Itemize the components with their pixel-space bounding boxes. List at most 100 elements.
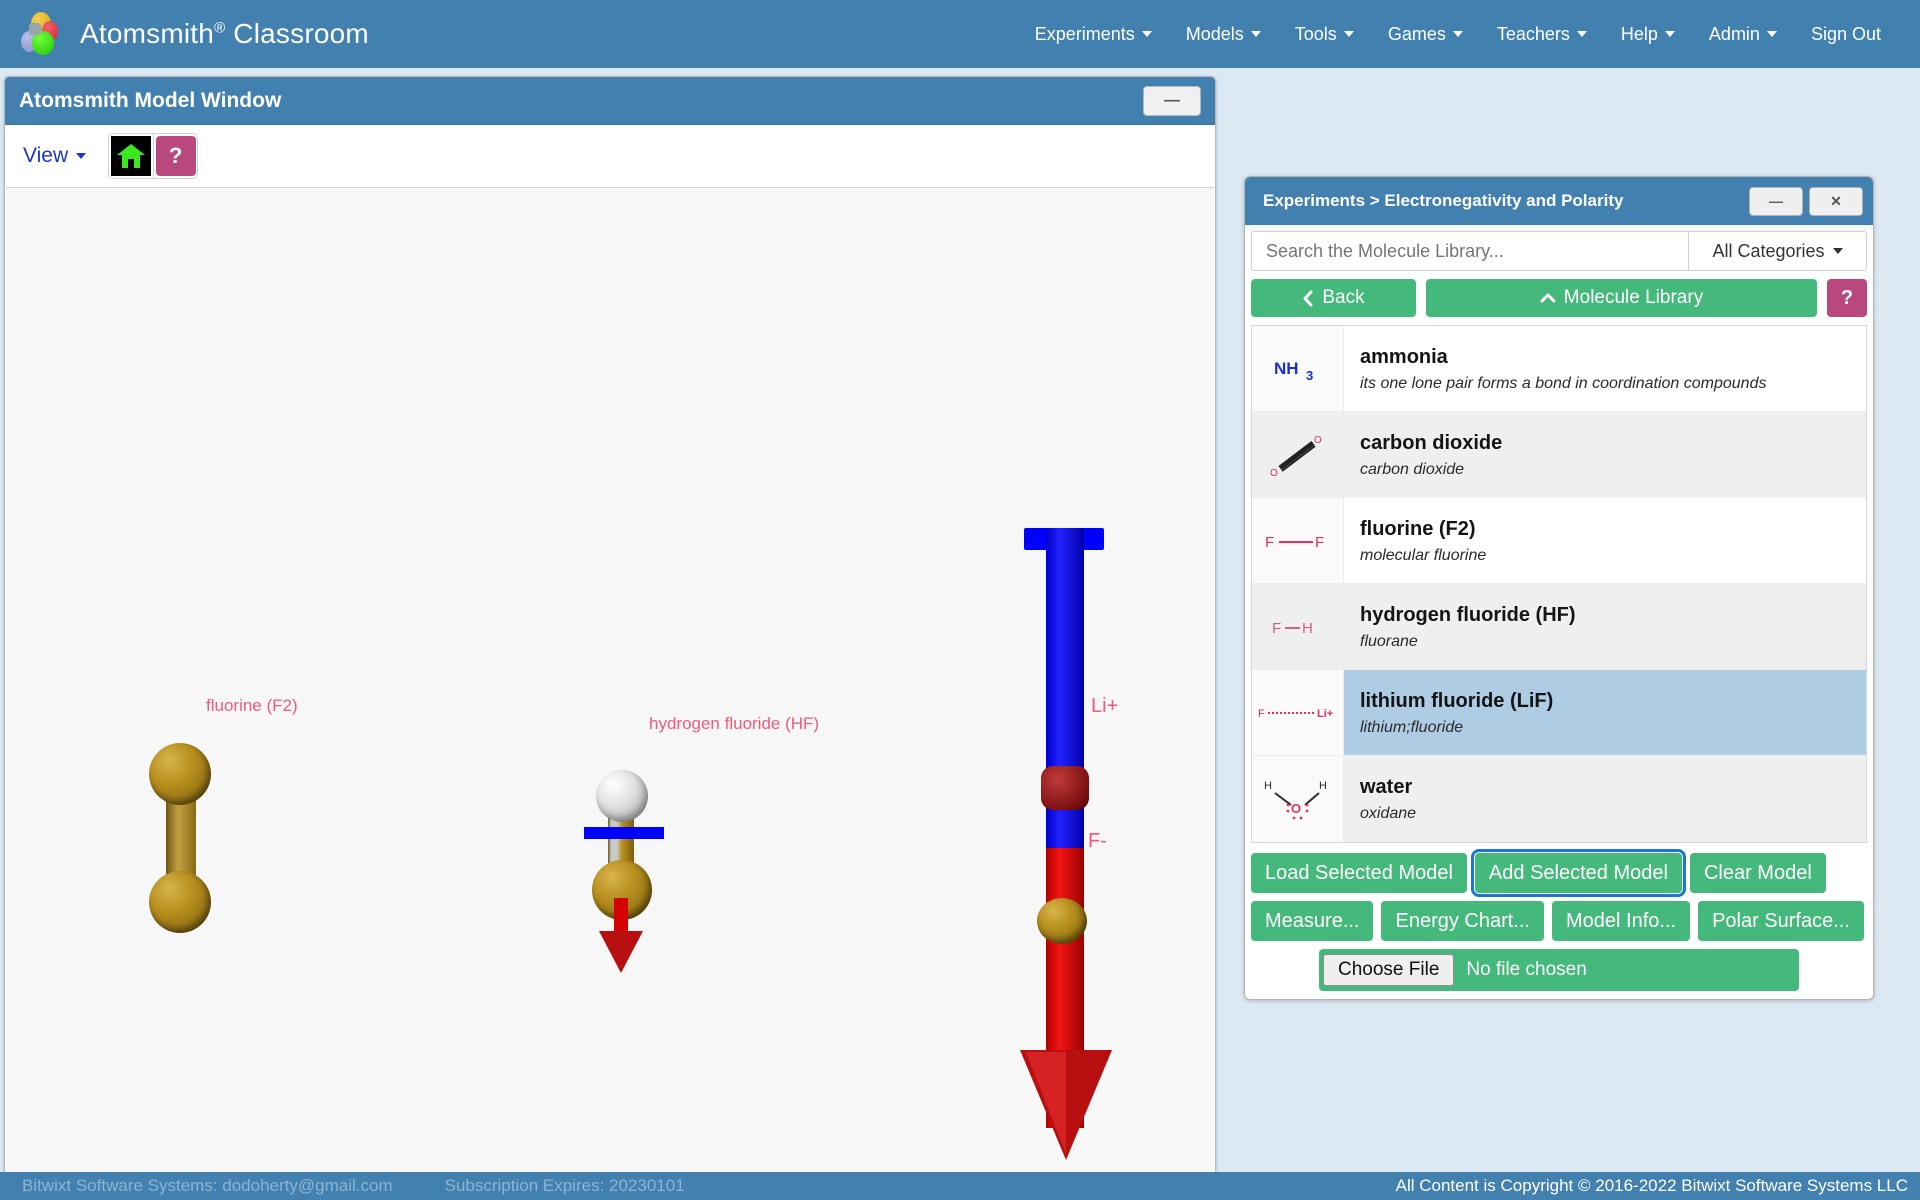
file-status-label: No file chosen [1466, 959, 1587, 980]
library-minimize-button[interactable]: — [1749, 186, 1803, 216]
action-row-secondary: Measure... Energy Chart... Model Info...… [1251, 901, 1867, 941]
top-navbar: Atomsmith® Classroom Experiments Models … [0, 0, 1920, 68]
molecule-info: ammonia its one lone pair forms a bond i… [1344, 326, 1866, 411]
choose-file-button[interactable]: Choose File [1323, 954, 1455, 986]
molecule-name: water [1360, 776, 1413, 798]
library-help-button[interactable]: ? [1827, 279, 1867, 317]
svg-text:O: O [1291, 801, 1301, 816]
atom-fluorine-1 [149, 743, 211, 805]
scene-label-fluorine: fluorine (F2) [206, 696, 298, 715]
chevron-up-icon [1540, 293, 1556, 303]
list-item[interactable]: F F fluorine (F2) molecular fluorine [1252, 498, 1866, 584]
molecule-name: hydrogen fluoride (HF) [1360, 603, 1576, 626]
molecule-info: carbon dioxide carbon dioxide [1344, 412, 1866, 497]
molecule-description: oxidane [1360, 805, 1417, 822]
action-row-primary: Load Selected Model Add Selected Model C… [1251, 849, 1867, 897]
hf-structure-icon: F H [1272, 620, 1313, 637]
brand-registered-mark: ® [214, 19, 226, 37]
clear-model-button[interactable]: Clear Model [1689, 853, 1826, 893]
help-label: ? [1840, 286, 1854, 309]
svg-text:F: F [1258, 708, 1265, 720]
home-glyph [117, 144, 146, 168]
svg-text:NH: NH [1274, 359, 1299, 378]
nav-item-sign-out[interactable]: Sign Out [1794, 16, 1898, 53]
nav-item-teachers[interactable]: Teachers [1480, 16, 1604, 53]
molecule-name: ammonia [1360, 345, 1448, 368]
svg-text:O: O [1270, 468, 1278, 479]
category-filter-label: All Categories [1712, 240, 1825, 261]
dipole-arrowhead-lif [1020, 1050, 1112, 1160]
svg-text:Li+: Li+ [1317, 708, 1333, 720]
nav-item-help[interactable]: Help [1604, 16, 1692, 53]
file-input-widget[interactable]: Choose File No file chosen [1319, 949, 1799, 991]
toolbar-button-group: ? [108, 133, 199, 179]
library-close-button[interactable]: ✕ [1809, 186, 1863, 216]
atom-fluorine-2 [149, 871, 211, 933]
back-button[interactable]: Back [1251, 279, 1416, 317]
back-label: Back [1322, 287, 1365, 308]
search-row: All Categories [1251, 231, 1867, 271]
brand-name: Atomsmith [80, 18, 215, 49]
nav-item-experiments[interactable]: Experiments [1018, 16, 1169, 53]
category-filter-dropdown[interactable]: All Categories [1688, 232, 1866, 270]
nav-label: Sign Out [1810, 23, 1881, 44]
model-window-toolbar: View ? [5, 125, 1215, 187]
nav-item-tools[interactable]: Tools [1278, 16, 1371, 53]
chevron-down-icon [1766, 31, 1777, 37]
question-mark-icon: ? [155, 136, 196, 176]
lif-structure-icon: F Li+ [1258, 708, 1333, 720]
brand[interactable]: Atomsmith® Classroom [0, 11, 369, 57]
model-info-button[interactable]: Model Info... [1552, 901, 1691, 941]
molecule-info: hydrogen fluoride (HF) fluorane [1344, 584, 1866, 669]
h2o-structure-icon: H H O [1264, 780, 1327, 820]
molecule-description: its one lone pair forms a bond in coordi… [1360, 374, 1767, 392]
chevron-down-icon [1343, 31, 1354, 37]
energy-chart-button[interactable]: Energy Chart... [1381, 901, 1544, 941]
list-item[interactable]: H H O water oxidane [1252, 756, 1866, 842]
dipole-bar-hf-positive [584, 827, 664, 839]
svg-text:O: O [1314, 435, 1322, 446]
chevron-down-icon [1664, 31, 1675, 37]
list-item-selected[interactable]: F Li+ lithium fluoride (LiF) lithium;flu… [1252, 670, 1866, 756]
molecule-info: water oxidane [1344, 756, 1866, 842]
atom-fluoride [1037, 898, 1087, 944]
svg-text:F: F [1315, 534, 1324, 551]
add-selected-model-button[interactable]: Add Selected Model [1470, 849, 1686, 897]
model-window-titlebar: Atomsmith Model Window — [5, 77, 1215, 125]
view-menu-button[interactable]: View [23, 144, 87, 168]
molecule-info: fluorine (F2) molecular fluorine [1344, 498, 1866, 583]
nav-label: Models [1185, 23, 1244, 44]
view-menu-label: View [23, 144, 69, 167]
measure-button[interactable]: Measure... [1251, 901, 1374, 941]
molecule-description: lithium;fluoride [1360, 718, 1464, 736]
atom-lithium [1041, 766, 1089, 810]
molecule-name: fluorine (F2) [1360, 517, 1476, 540]
model-help-button[interactable]: ? [153, 134, 198, 178]
list-item[interactable]: F H hydrogen fluoride (HF) fluorane [1252, 584, 1866, 670]
molecule-library-toggle-button[interactable]: Molecule Library [1426, 279, 1817, 317]
brand-title: Atomsmith® Classroom [80, 18, 369, 50]
list-item[interactable]: NH 3 ammonia its one lone pair forms a b… [1252, 326, 1866, 412]
library-panel-body: All Categories Back Molecule Library ? [1245, 231, 1873, 999]
polar-surface-button[interactable]: Polar Surface... [1698, 901, 1864, 941]
search-input[interactable] [1252, 232, 1688, 270]
chevron-down-icon [1250, 31, 1261, 37]
footer-right: All Content is Copyright © 2016-2022 Bit… [1220, 1172, 1920, 1200]
molecule-list[interactable]: NH 3 ammonia its one lone pair forms a b… [1251, 325, 1867, 843]
nav-item-games[interactable]: Games [1371, 16, 1480, 53]
molecule-3d-canvas[interactable]: fluorine (F2) hydrogen fluoride (HF) Li+… [6, 187, 1214, 1175]
list-item[interactable]: O O carbon dioxide carbon dioxide [1252, 412, 1866, 498]
home-view-button[interactable] [109, 134, 154, 178]
molecule-thumbnail-fluorine: F F [1252, 498, 1344, 583]
atoms-logo-icon [20, 11, 66, 57]
nav-label: Admin [1708, 23, 1760, 44]
svg-text:3: 3 [1306, 368, 1313, 383]
model-window-minimize-button[interactable]: — [1143, 85, 1201, 116]
load-selected-model-button[interactable]: Load Selected Model [1251, 853, 1467, 893]
chevron-down-icon [1452, 31, 1463, 37]
nav-item-admin[interactable]: Admin [1692, 16, 1794, 53]
scene-label-li-plus: Li+ [1091, 695, 1119, 717]
molecule-description: molecular fluorine [1360, 546, 1487, 564]
nav-item-models[interactable]: Models [1169, 16, 1278, 53]
library-panel-titlebar: Experiments > Electronegativity and Pola… [1245, 177, 1873, 225]
